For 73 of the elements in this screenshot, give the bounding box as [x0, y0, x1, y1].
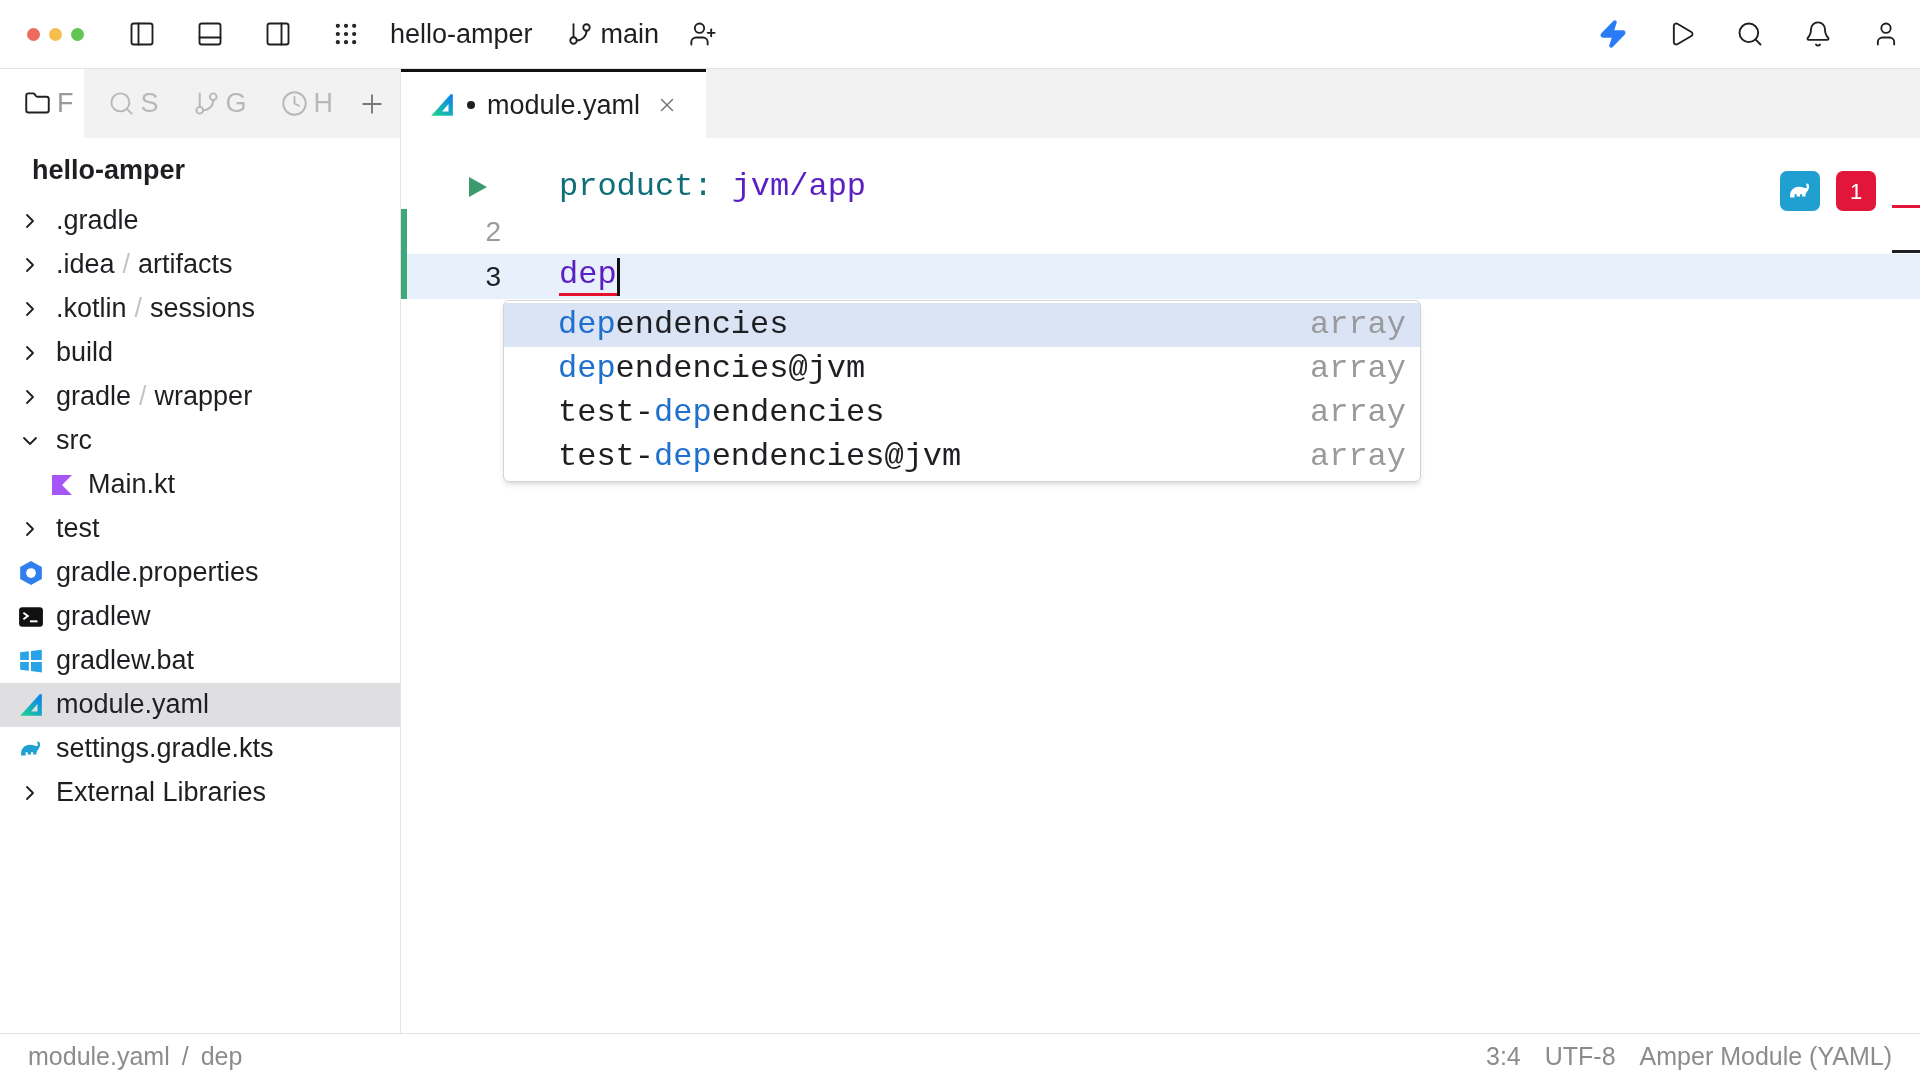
branch-icon: [192, 90, 220, 117]
tree-item[interactable]: gradle / wrapper: [0, 374, 400, 419]
breadcrumb-separator: /: [181, 1041, 189, 1073]
kotlin-file-icon: [50, 472, 74, 497]
triangle-logo-icon: [18, 691, 44, 718]
text-cursor: [616, 257, 620, 296]
file-name: gradlew.bat: [56, 644, 195, 678]
file-name: sessions: [150, 292, 256, 326]
branch-icon: [566, 21, 593, 47]
project-selector[interactable]: hello-amper: [390, 13, 533, 55]
error-marker: [1892, 205, 1920, 208]
file-name: Main.kt: [88, 468, 176, 502]
path-separator: /: [139, 380, 147, 414]
file-name: .kotlin: [56, 292, 127, 326]
file-name: module.yaml: [56, 688, 210, 722]
triangle-logo-icon: [429, 92, 455, 118]
path-separator: /: [134, 292, 143, 326]
file-name: build: [56, 336, 114, 370]
clock-icon: [280, 90, 308, 117]
left-panel-toggle-icon[interactable]: [128, 20, 156, 48]
file-name: gradlew: [56, 600, 151, 634]
tree-item[interactable]: .gradle: [0, 198, 400, 243]
editor-tab[interactable]: module.yaml: [401, 69, 707, 138]
tree-item[interactable]: gradle.properties: [0, 550, 400, 595]
file-name: src: [56, 424, 92, 458]
hexagon-icon: [18, 559, 44, 586]
line-number: 3: [485, 259, 501, 294]
yaml-value: jvm/app: [731, 166, 867, 207]
tree-item[interactable]: .idea / artifacts: [0, 242, 400, 287]
search-icon[interactable]: [1736, 20, 1764, 48]
completion-item[interactable]: test-dependencies@jvm array: [504, 435, 1420, 479]
project-title: hello-amper: [31, 154, 187, 187]
bottom-panel-toggle-icon[interactable]: [196, 20, 224, 48]
tree-item[interactable]: External Libraries: [0, 770, 400, 815]
tree-item[interactable]: build: [0, 330, 400, 375]
file-name: test: [56, 512, 100, 546]
type-hint: array: [1310, 349, 1406, 389]
tree-item[interactable]: test: [0, 506, 400, 551]
gradle-badge[interactable]: [1780, 171, 1820, 211]
tree-item[interactable]: src: [0, 418, 400, 463]
error-count[interactable]: 1: [1836, 171, 1876, 211]
type-hint: array: [1310, 393, 1406, 433]
type-hint: array: [1310, 305, 1406, 345]
file-name: External Libraries: [56, 776, 267, 810]
tree-item[interactable]: gradlew: [0, 594, 400, 639]
windows-icon: [18, 647, 44, 674]
branch-selector[interactable]: main: [566, 13, 660, 55]
tree-item[interactable]: gradlew.bat: [0, 638, 400, 683]
file-name: .gradle: [56, 204, 139, 238]
right-panel-toggle-icon[interactable]: [264, 20, 292, 48]
search-icon: [107, 90, 135, 117]
path-separator: /: [122, 248, 131, 282]
file-name: gradle: [56, 380, 132, 414]
tree-item[interactable]: module.yaml: [0, 682, 400, 727]
caret-marker: [1892, 250, 1920, 253]
line-number: 2: [485, 214, 501, 249]
file-name: wrapper: [154, 380, 253, 414]
completion-item[interactable]: test-dependencies array: [504, 391, 1420, 435]
file-name: .idea: [56, 248, 115, 282]
file-name: artifacts: [138, 248, 233, 282]
type-hint: array: [1310, 437, 1406, 477]
lightning-icon[interactable]: [1598, 19, 1628, 49]
window-control[interactable]: [27, 27, 40, 41]
file-name: settings.gradle.kts: [56, 732, 274, 766]
add-user-icon[interactable]: [689, 20, 718, 48]
file-name: gradle.properties: [56, 556, 259, 590]
notifications-icon[interactable]: [1804, 20, 1832, 48]
tree-item[interactable]: .kotlin / sessions: [0, 286, 400, 331]
completion-item[interactable]: dependencies array: [504, 303, 1420, 347]
completion-item[interactable]: dependencies@jvm array: [504, 347, 1420, 391]
yaml-key: product:: [559, 162, 713, 211]
tree-item[interactable]: Main.kt: [0, 462, 400, 507]
tree-item[interactable]: settings.gradle.kts: [0, 726, 400, 771]
